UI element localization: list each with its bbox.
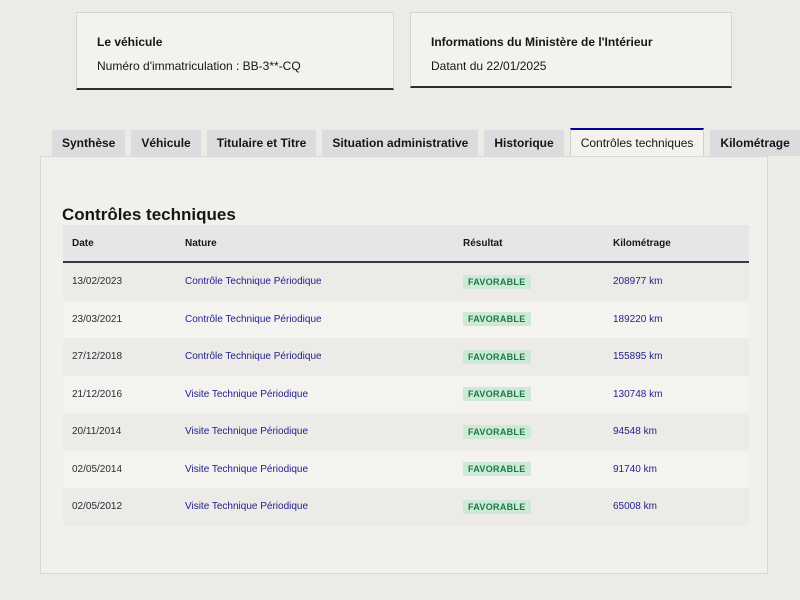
ministry-card-title: Informations du Ministère de l'Intérieur	[431, 35, 653, 49]
result-badge: FAVORABLE	[463, 274, 531, 289]
cell-result: FAVORABLE	[463, 499, 613, 514]
tab-vehicule[interactable]: Véhicule	[131, 130, 201, 156]
cell-result: FAVORABLE	[463, 462, 613, 477]
tab-situation-administrative[interactable]: Situation administrative	[322, 130, 479, 156]
header-date: Date	[72, 237, 94, 249]
table-row: 21/12/2016 Visite Technique Périodique F…	[63, 375, 749, 413]
cell-mileage: 189220 km	[613, 313, 663, 325]
ministry-info-card: Informations du Ministère de l'Intérieur…	[410, 12, 732, 88]
cell-mileage: 91740 km	[613, 463, 657, 475]
table-row: 27/12/2018 Contrôle Technique Périodique…	[63, 338, 749, 376]
table-row: 13/02/2023 Contrôle Technique Périodique…	[63, 263, 749, 301]
cell-mileage: 155895 km	[613, 351, 663, 363]
tab-titulaire-et-titre[interactable]: Titulaire et Titre	[206, 130, 317, 156]
table-row: 23/03/2021 Contrôle Technique Périodique…	[63, 300, 749, 338]
cell-date: 27/12/2018	[72, 351, 123, 363]
cell-mileage: 130748 km	[613, 388, 663, 400]
cell-result: FAVORABLE	[463, 349, 613, 364]
cell-nature: Contrôle Technique Périodique	[185, 276, 322, 288]
plate-number-text: Numéro d'immatriculation : BB-3**-CQ	[97, 59, 301, 73]
section-title: Contrôles techniques	[62, 205, 236, 224]
cell-result: FAVORABLE	[463, 274, 613, 289]
header-result: Résultat	[463, 237, 503, 249]
cell-nature: Contrôle Technique Périodique	[185, 313, 322, 325]
cell-date: 02/05/2012	[72, 501, 123, 513]
result-badge: FAVORABLE	[463, 462, 531, 477]
cell-nature: Visite Technique Périodique	[185, 463, 309, 475]
header-mileage: Kilométrage	[613, 237, 671, 249]
tab-kilometrage[interactable]: Kilométrage	[710, 130, 800, 156]
result-badge: FAVORABLE	[463, 349, 531, 364]
cell-date: 20/11/2014	[72, 426, 122, 438]
tab-synthese[interactable]: Synthèse	[52, 130, 126, 156]
result-badge: FAVORABLE	[463, 387, 531, 402]
tab-historique[interactable]: Historique	[484, 130, 564, 156]
vehicle-card-title: Le véhicule	[97, 35, 163, 49]
table-row: 20/11/2014 Visite Technique Périodique F…	[63, 413, 749, 451]
tab-controles-techniques[interactable]: Contrôles techniques	[569, 128, 705, 156]
cell-nature: Visite Technique Périodique	[185, 501, 309, 513]
table-body: 13/02/2023 Contrôle Technique Périodique…	[63, 263, 749, 526]
cell-nature: Visite Technique Périodique	[185, 426, 309, 438]
vehicle-card: Le véhicule Numéro d'immatriculation : B…	[76, 12, 394, 90]
table-header: Date Nature Résultat Kilométrage	[63, 225, 749, 263]
table-row: 02/05/2012 Visite Technique Périodique F…	[63, 488, 749, 526]
cell-date: 13/02/2023	[72, 276, 123, 288]
cell-result: FAVORABLE	[463, 387, 613, 402]
cell-mileage: 94548 km	[613, 426, 657, 438]
cell-nature: Contrôle Technique Périodique	[185, 351, 322, 363]
cell-mileage: 65008 km	[613, 501, 657, 513]
cell-date: 02/05/2014	[72, 463, 123, 475]
data-date-text: Datant du 22/01/2025	[431, 59, 547, 73]
cell-date: 21/12/2016	[72, 388, 123, 400]
tab-panel: Contrôles techniques Date Nature Résulta…	[40, 156, 768, 574]
table-row: 02/05/2014 Visite Technique Périodique F…	[63, 450, 749, 488]
cell-mileage: 208977 km	[613, 276, 663, 288]
header-nature: Nature	[185, 237, 217, 249]
result-badge: FAVORABLE	[463, 424, 531, 439]
cell-result: FAVORABLE	[463, 312, 613, 327]
cell-result: FAVORABLE	[463, 424, 613, 439]
result-badge: FAVORABLE	[463, 312, 531, 327]
inspections-table: Date Nature Résultat Kilométrage 13/02/2…	[63, 225, 749, 526]
cell-nature: Visite Technique Périodique	[185, 388, 309, 400]
cell-date: 23/03/2021	[72, 313, 123, 325]
result-badge: FAVORABLE	[463, 499, 531, 514]
tab-bar: Synthèse Véhicule Titulaire et Titre Sit…	[52, 128, 800, 156]
